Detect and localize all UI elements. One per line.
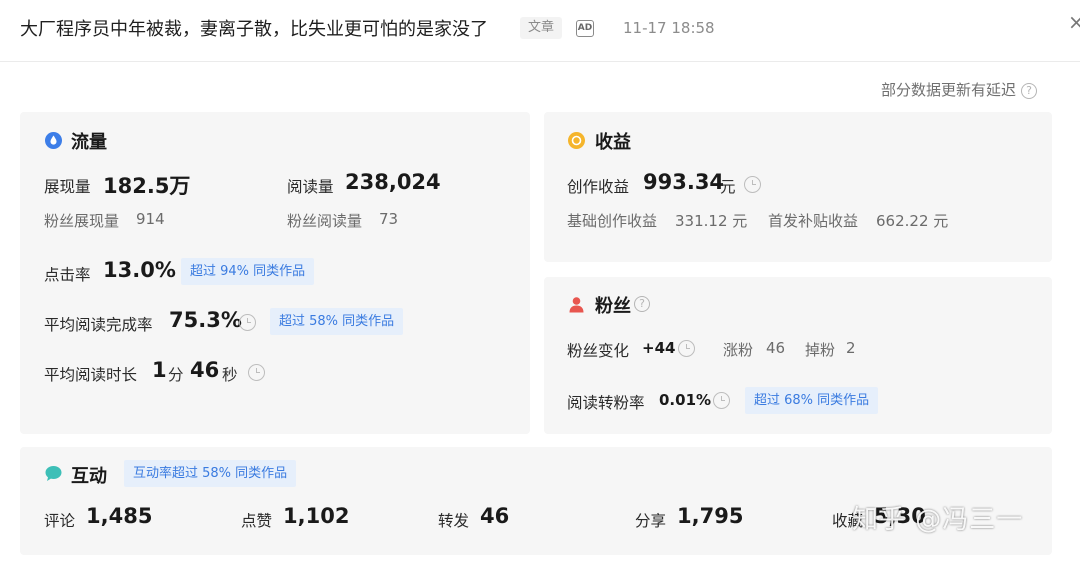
delay-note-text: 部分数据更新有延迟 [881,81,1017,99]
fan-impressions-label: 粉丝展现量 [44,212,120,230]
question-circle-icon[interactable]: ? [634,296,650,312]
reposts-value: 46 [480,504,510,528]
subsidy-income-value: 662.22 元 [876,212,949,230]
clock-icon[interactable] [713,392,730,409]
comments-value: 1,485 [86,504,153,528]
subsidy-income-label: 首发补贴收益 [768,212,859,230]
duration-seconds-value: 46 [190,358,220,382]
base-income-value: 331.12 元 [675,212,748,230]
article-header: 大厂程序员中年被裁，妻离子散，比失业更可怕的是家没了 文章 AD 11-17 1… [0,0,1080,62]
duration-minutes-value: 1 [152,358,167,382]
read-convert-rank-badge: 超过 68% 同类作品 [745,387,879,414]
ctr-rank-badge: 超过 94% 同类作品 [181,258,315,285]
fans-panel: 粉丝 ? 粉丝变化 +44 涨粉 46 掉粉 2 阅读转粉率 0.01% 超过 … [544,277,1052,434]
ad-icon: AD [576,20,594,37]
completion-value: 75.3% [169,308,242,332]
clock-icon[interactable] [678,340,695,357]
question-circle-icon[interactable]: ? [1021,83,1038,99]
close-icon[interactable]: × [1068,10,1080,34]
fan-reads-value: 73 [379,210,399,228]
income-title: 收益 [595,132,631,153]
reads-value: 238,024 [345,170,441,194]
ctr-value: 13.0% [103,258,176,282]
shares-value: 1,795 [677,504,744,528]
interaction-title: 互动 [71,466,107,487]
read-convert-label: 阅读转粉率 [567,394,645,412]
fan-impressions-value: 914 [136,210,165,228]
read-convert-value: 0.01% [659,391,712,409]
fans-loss-label: 掉粉 [805,341,836,359]
comments-label: 评论 [44,512,76,530]
clock-icon[interactable] [744,176,761,193]
chat-bubble-icon [45,466,62,481]
duration-seconds-unit: 秒 [222,366,238,384]
fans-loss-value: 2 [846,339,856,357]
completion-label: 平均阅读完成率 [44,316,153,334]
watermark: 知乎 @冯三一 [852,505,1024,535]
droplet-icon [45,132,62,149]
duration-minutes-unit: 分 [168,366,184,384]
reads-label: 阅读量 [287,178,334,196]
person-icon [569,297,584,313]
income-panel: 收益 创作收益 993.34 元 基础创作收益 331.12 元 首发补贴收益 … [544,112,1052,262]
impressions-label: 展现量 [44,178,91,196]
clock-icon[interactable] [239,314,256,331]
fans-gain-label: 涨粉 [723,341,754,359]
duration-label: 平均阅读时长 [44,366,138,384]
flow-panel: 流量 展现量 182.5万 阅读量 238,024 粉丝展现量 914 粉丝阅读… [20,112,530,434]
completion-rank-badge: 超过 58% 同类作品 [270,308,404,335]
fans-change-value: +44 [642,339,676,357]
ctr-label: 点击率 [44,266,91,284]
shares-label: 分享 [635,512,667,530]
reposts-label: 转发 [438,512,470,530]
fans-change-label: 粉丝变化 [567,342,630,360]
delay-note: 部分数据更新有延迟? [881,79,1038,100]
flow-title: 流量 [71,132,107,153]
likes-label: 点赞 [241,512,273,530]
base-income-label: 基础创作收益 [567,212,658,230]
publish-time: 11-17 18:58 [623,19,715,37]
likes-value: 1,102 [283,504,350,528]
coin-icon [568,132,585,149]
interaction-rank-badge: 互动率超过 58% 同类作品 [124,460,297,487]
clock-icon[interactable] [248,364,265,381]
article-title[interactable]: 大厂程序员中年被裁，妻离子散，比失业更可怕的是家没了 [20,15,488,41]
fan-reads-label: 粉丝阅读量 [287,212,363,230]
creation-income-label: 创作收益 [567,178,630,196]
impressions-value: 182.5万 [103,174,191,198]
fans-title: 粉丝 [595,296,631,317]
article-type-tag: 文章 [520,17,563,39]
fans-gain-value: 46 [766,339,786,357]
creation-income-unit: 元 [720,178,736,196]
creation-income-value: 993.34 [643,170,725,194]
